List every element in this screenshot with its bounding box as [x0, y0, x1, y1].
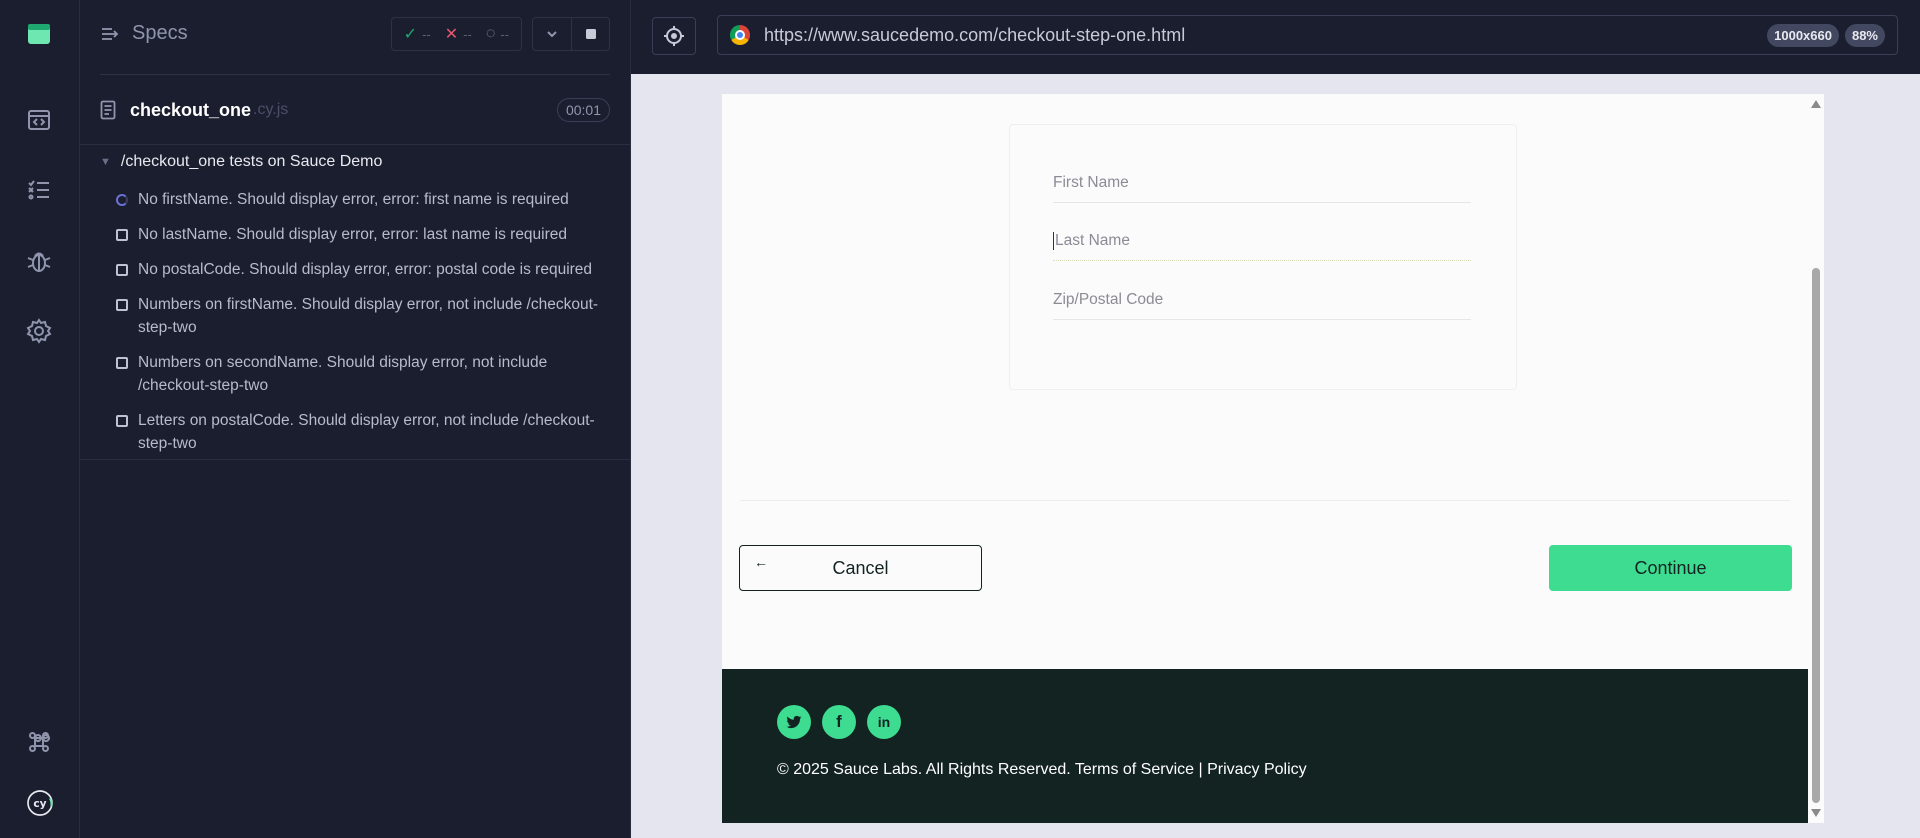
pending-ring-icon: ◌ — [485, 25, 496, 42]
keyboard-shortcut-icon[interactable] — [23, 726, 55, 758]
running-spinner-icon — [116, 194, 128, 206]
test-item[interactable]: Numbers on secondName. Should display er… — [116, 351, 616, 397]
specs-title: Specs — [132, 22, 188, 44]
back-arrow-icon: ← — [754, 554, 768, 570]
postal-code-placeholder: Zip/Postal Code — [1053, 290, 1164, 308]
test-item[interactable]: Letters on postalCode. Should display er… — [116, 409, 616, 455]
form-divider — [740, 500, 1790, 501]
spec-duration: 00:01 — [556, 98, 610, 122]
queued-square-icon — [116, 229, 128, 241]
spec-file-name: checkout_one — [130, 99, 252, 120]
viewport-badges: 1000x660 88% — [1767, 23, 1885, 47]
twitter-icon[interactable] — [777, 705, 811, 739]
postal-code-field[interactable]: Zip/Postal Code — [1053, 280, 1471, 320]
queued-square-icon — [116, 415, 128, 427]
last-name-field[interactable]: Last Name — [1053, 221, 1471, 261]
test-list: No firstName. Should display error, erro… — [116, 188, 616, 467]
cancel-button[interactable]: ← Cancel — [739, 545, 982, 591]
expand-chevron-button[interactable] — [533, 18, 571, 50]
url-bar[interactable]: https://www.saucedemo.com/checkout-step-… — [717, 15, 1898, 55]
continue-label: Continue — [1634, 557, 1707, 578]
tests-divider — [80, 459, 630, 460]
queued-square-icon — [116, 264, 128, 276]
queued-square-icon — [116, 357, 128, 369]
aut-browser: https://www.saucedemo.com/checkout-step-… — [631, 0, 1920, 838]
site-footer: f in © 2025 Sauce Labs. All Rights Reser… — [722, 669, 1808, 823]
chrome-icon — [730, 25, 750, 45]
suite-title: /checkout_one tests on Sauce Demo — [120, 153, 383, 170]
scroll-up-arrow-icon[interactable] — [1811, 100, 1821, 108]
pending-stat: ◌ -- — [485, 25, 509, 42]
test-label: Numbers on secondName. Should display er… — [138, 354, 548, 394]
run-controls: ✓ -- ✕ -- ◌ -- — [390, 17, 610, 51]
app-logo-icon[interactable] — [23, 18, 55, 50]
first-name-field[interactable]: First Name — [1053, 163, 1471, 203]
continue-button[interactable]: Continue — [1549, 545, 1792, 591]
specs-header[interactable]: Specs — [100, 22, 188, 45]
text-caret — [1053, 231, 1054, 250]
browser-toolbar: https://www.saucedemo.com/checkout-step-… — [631, 0, 1920, 74]
runs-list-icon[interactable] — [23, 174, 55, 206]
check-icon: ✓ — [403, 26, 418, 43]
code-window-icon[interactable] — [23, 104, 55, 136]
stop-icon — [585, 29, 596, 39]
test-item[interactable]: No postalCode. Should display error, err… — [116, 258, 616, 281]
last-name-placeholder: Last Name — [1055, 231, 1130, 249]
first-name-placeholder: First Name — [1053, 173, 1129, 191]
url-text: https://www.saucedemo.com/checkout-step-… — [764, 24, 1186, 45]
test-item[interactable]: No firstName. Should display error, erro… — [116, 188, 616, 211]
file-divider — [80, 144, 630, 145]
linkedin-icon[interactable]: in — [867, 705, 901, 739]
cypress-logo-icon[interactable]: cy — [19, 782, 61, 824]
crosshair-icon — [664, 26, 684, 46]
test-stats: ✓ -- ✕ -- ◌ -- — [390, 17, 522, 51]
chevron-down-icon: ▼ — [100, 156, 111, 168]
specs-panel: Specs ✓ -- ✕ -- ◌ -- checkout_one .cy.js 00… — [80, 0, 631, 838]
stop-button[interactable] — [571, 18, 609, 50]
failed-stat: ✕ -- — [444, 26, 472, 43]
passed-stat: ✓ -- — [403, 26, 431, 43]
spec-file-extension: .cy.js — [253, 101, 289, 118]
checkout-form: First Name Last Name Zip/Postal Code — [1009, 124, 1517, 390]
settings-gear-icon[interactable] — [23, 315, 55, 347]
test-label: Numbers on firstName. Should display err… — [138, 296, 599, 336]
navigation-rail: cy — [0, 0, 80, 838]
app-viewport: First Name Last Name Zip/Postal Code ← C… — [722, 94, 1808, 823]
test-item[interactable]: No lastName. Should display error, error… — [116, 223, 616, 246]
scroll-down-arrow-icon[interactable] — [1811, 809, 1821, 817]
test-label: No postalCode. Should display error, err… — [138, 261, 593, 278]
suite-row[interactable]: ▼ /checkout_one tests on Sauce Demo — [100, 153, 382, 171]
spec-file-row[interactable]: checkout_one .cy.js 00:01 — [100, 96, 610, 124]
test-label: No firstName. Should display error, erro… — [138, 191, 569, 208]
facebook-icon[interactable]: f — [822, 705, 856, 739]
test-label: Letters on postalCode. Should display er… — [138, 412, 595, 452]
header-divider — [100, 74, 610, 75]
scroll-thumb[interactable] — [1812, 268, 1820, 803]
document-icon — [100, 100, 116, 120]
chevron-down-icon — [547, 31, 557, 38]
specs-toggle-icon — [102, 27, 119, 40]
zoom-badge: 88% — [1844, 23, 1885, 47]
test-label: No lastName. Should display error, error… — [138, 226, 568, 243]
cancel-label: Cancel — [832, 557, 889, 578]
viewport-size-badge: 1000x660 — [1767, 23, 1839, 47]
queued-square-icon — [116, 299, 128, 311]
x-icon: ✕ — [444, 26, 459, 43]
debug-bug-icon[interactable] — [23, 245, 55, 277]
copyright-text: © 2025 Sauce Labs. All Rights Reserved. … — [777, 761, 1307, 778]
test-item[interactable]: Numbers on firstName. Should display err… — [116, 293, 616, 339]
control-buttons — [532, 17, 610, 51]
viewport-scrollbar[interactable] — [1808, 94, 1824, 823]
selector-playground-button[interactable] — [652, 17, 696, 55]
svg-text:cy: cy — [33, 797, 46, 810]
